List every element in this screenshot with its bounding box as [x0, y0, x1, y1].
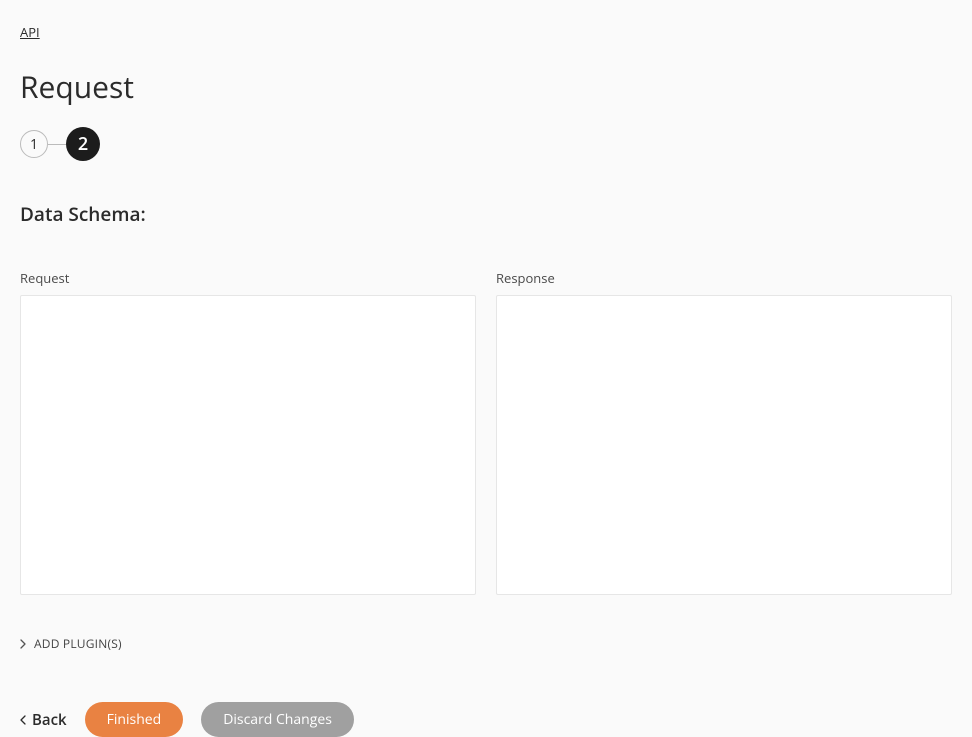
step-1[interactable]: 1: [20, 130, 48, 158]
schema-col-request: Request: [20, 269, 476, 595]
breadcrumb-api[interactable]: API: [20, 23, 40, 41]
section-title-data-schema: Data Schema:: [20, 201, 952, 227]
schema-label-response: Response: [496, 269, 952, 287]
page-title: Request: [20, 66, 952, 107]
stepper: 1 2: [20, 127, 952, 161]
add-plugins-label: ADD PLUGIN(S): [34, 635, 122, 652]
step-connector: [48, 144, 66, 145]
add-plugins-button[interactable]: ADD PLUGIN(S): [20, 635, 952, 652]
schema-row: Request Response: [20, 269, 952, 595]
schema-col-response: Response: [496, 269, 952, 595]
step-2[interactable]: 2: [66, 127, 100, 161]
response-schema-input[interactable]: [496, 295, 952, 595]
schema-label-request: Request: [20, 269, 476, 287]
chevron-right-icon: [20, 639, 26, 649]
request-schema-input[interactable]: [20, 295, 476, 595]
